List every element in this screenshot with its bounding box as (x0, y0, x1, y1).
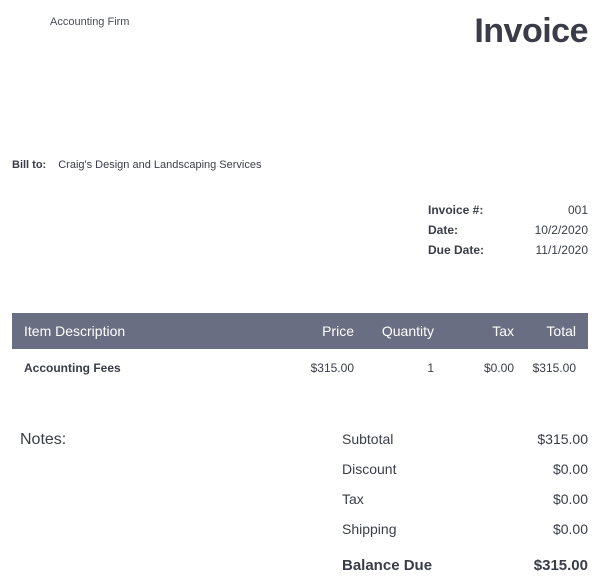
col-header-total: Total (514, 323, 576, 339)
totals-section: Subtotal $315.00 Discount $0.00 Tax $0.0… (342, 431, 588, 574)
meta-value: 10/2/2020 (508, 223, 588, 237)
row-total: $315.00 (514, 361, 576, 375)
col-header-tax: Tax (434, 323, 514, 339)
discount-row: Discount $0.00 (342, 461, 588, 477)
bill-to-row: Bill to: Craig's Design and Landscaping … (12, 159, 588, 171)
bill-to-value: Craig's Design and Landscaping Services (58, 159, 261, 171)
tax-label: Tax (342, 491, 364, 507)
notes-label: Notes: (12, 431, 342, 449)
invoice-title: Invoice (474, 12, 588, 51)
discount-value: $0.00 (553, 461, 588, 477)
row-description: Accounting Fees (24, 361, 274, 375)
subtotal-value: $315.00 (537, 431, 588, 447)
subtotal-row: Subtotal $315.00 (342, 431, 588, 447)
notes-section: Notes: (12, 431, 342, 574)
meta-label: Date: (428, 223, 508, 237)
subtotal-label: Subtotal (342, 431, 393, 447)
meta-invoice-number: Invoice #: 001 (428, 203, 588, 217)
row-price: $315.00 (274, 361, 354, 375)
table-row: Accounting Fees $315.00 1 $0.00 $315.00 (12, 349, 588, 387)
bill-to-label: Bill to: (12, 159, 46, 171)
firm-name: Accounting Firm (12, 12, 129, 28)
meta-value: 001 (508, 203, 588, 217)
meta-label: Invoice #: (428, 203, 508, 217)
shipping-value: $0.00 (553, 521, 588, 537)
tax-row: Tax $0.00 (342, 491, 588, 507)
bottom-section: Notes: Subtotal $315.00 Discount $0.00 T… (12, 431, 588, 574)
row-tax: $0.00 (434, 361, 514, 375)
col-header-price: Price (274, 323, 354, 339)
meta-value: 11/1/2020 (508, 243, 588, 257)
meta-due-date: Due Date: 11/1/2020 (428, 243, 588, 257)
tax-value: $0.00 (553, 491, 588, 507)
line-items-table: Item Description Price Quantity Tax Tota… (12, 313, 588, 387)
meta-date: Date: 10/2/2020 (428, 223, 588, 237)
header: Accounting Firm Invoice (12, 12, 588, 51)
balance-value: $315.00 (534, 557, 588, 574)
shipping-row: Shipping $0.00 (342, 521, 588, 537)
balance-label: Balance Due (342, 557, 432, 574)
shipping-label: Shipping (342, 521, 397, 537)
row-quantity: 1 (354, 361, 434, 375)
invoice-meta: Invoice #: 001 Date: 10/2/2020 Due Date:… (12, 203, 588, 257)
meta-label: Due Date: (428, 243, 508, 257)
table-header: Item Description Price Quantity Tax Tota… (12, 313, 588, 349)
col-header-description: Item Description (24, 323, 274, 339)
balance-row: Balance Due $315.00 (342, 557, 588, 574)
col-header-quantity: Quantity (354, 323, 434, 339)
discount-label: Discount (342, 461, 396, 477)
